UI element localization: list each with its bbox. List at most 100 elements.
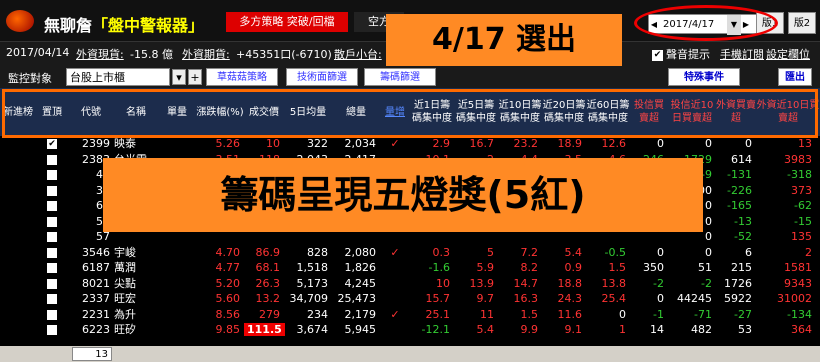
col-it10[interactable]: 投信近10日買賣超 [668,88,716,136]
cell-avg5: 34,709 [289,292,329,305]
table-row[interactable]: ✔ 2399 映泰 5.26 10 322 2,034 2.9 16.7 23.2 18.9 12.6… [0,136,820,152]
cell-code: 2337 [82,292,110,305]
col-code[interactable]: 代號 [68,88,114,136]
table-row[interactable]: 2231 為升 8.56 279 234 2,179 25.1 11 1.5 11.6 0 -1 -71… [0,307,820,323]
pin-checkbox[interactable] [36,260,68,276]
cell-name: 旺宏 [114,292,136,305]
table-row[interactable]: 3546 宇峻 4.70 86.9 828 2,080 0.3 5 7.2 5.4 -0.5 0 0 6 2… [0,245,820,261]
cell-code: 2231 [82,307,110,321]
col-avg5[interactable]: 5日均量 [284,88,332,136]
checkbox-icon[interactable] [47,201,57,211]
pin-checkbox[interactable] [36,167,68,183]
dropdown-button[interactable]: ▾ [172,69,186,85]
checkbox-icon[interactable] [47,294,57,304]
cell-c5: 9.7 [476,292,495,305]
pin-checkbox[interactable] [36,152,68,168]
checkbox-icon[interactable]: ✔ [47,139,57,149]
tech-filter-button[interactable]: 技術面篩選 [286,68,358,86]
cell-fi10: -134 [787,307,812,321]
col-price[interactable]: 成交價 [244,88,284,136]
cell-avg5: 1,518 [296,261,329,274]
cell-it: -2 [653,276,664,290]
checkbox-icon[interactable] [47,309,57,320]
chip-filter-button[interactable]: 籌碼篩選 [364,68,436,86]
cell-it: 350 [643,261,664,274]
special-event-button[interactable]: 特殊事件 [668,68,740,86]
foreign-futures-label[interactable]: 外資期貨: [182,46,230,62]
volume-increase-icon: ✓ [390,137,400,150]
col-c1[interactable]: 近1日籌碼集中度 [410,88,454,136]
col-new[interactable]: 新進榜 [0,88,36,136]
col-change[interactable]: 漲跌幅(%) [196,88,244,136]
cell-price: 86.9 [255,245,281,259]
export-button[interactable]: 匯出 [778,68,812,86]
checkbox-icon[interactable] [47,154,57,165]
cell-name: 映泰 [114,137,136,150]
cell-chg: 9.85 [215,323,241,336]
table-row[interactable]: 8021 尖點 5.20 26.3 5,173 4,245 10 13.9 14.7 18.8 13… [0,276,820,292]
checkbox-icon[interactable] [47,247,57,258]
col-volume[interactable]: 單量 [158,88,196,136]
settings-columns-link[interactable]: 設定欄位 [766,46,810,62]
checkbox-icon[interactable] [47,278,57,289]
cell-total: 2,080 [344,245,377,259]
date-highlight-circle [634,5,778,41]
monitor-select[interactable]: 台股上市櫃 [66,68,170,86]
cell-c1: -12.1 [421,323,450,336]
checkbox-icon[interactable] [47,232,57,242]
monitor-label: 監控對象 [8,72,52,85]
checkbox-icon[interactable] [47,185,57,196]
mobile-subscribe-link[interactable]: 手機訂閱 [720,46,764,62]
col-fi10[interactable]: 外資近10日買賣超 [756,88,820,136]
pin-checkbox[interactable] [36,291,68,307]
col-total[interactable]: 總量 [332,88,380,136]
cell-c10: 7.2 [520,245,539,259]
checkbox-icon[interactable] [47,325,57,335]
cell-chg: 5.26 [215,137,241,150]
retail-label[interactable]: 散戶小台: [334,46,382,62]
cell-name: 宇峻 [114,245,136,259]
col-fi[interactable]: 外資買賣超 [716,88,756,136]
table-row[interactable]: 2337 旺宏 5.60 13.2 34,709 25,473 15.7 9.7 16.3 24.… [0,291,820,307]
pin-checkbox[interactable] [36,307,68,323]
cell-it: 0 [657,292,664,305]
pin-checkbox[interactable]: ✔ [36,136,68,152]
checkbox-icon[interactable] [47,170,57,180]
table-row[interactable]: 6187 萬潤 4.77 68.1 1,518 1,826 -1.6 5.9 8.2 0.9 1.5… [0,260,820,276]
pin-checkbox[interactable] [36,229,68,245]
pin-checkbox[interactable] [36,276,68,292]
foreign-spot-label[interactable]: 外資現貨: [76,46,124,62]
checkbox-icon[interactable]: ✔ [652,49,663,61]
pin-checkbox[interactable] [36,214,68,230]
pin-checkbox[interactable] [36,322,68,338]
pin-checkbox[interactable] [36,183,68,199]
checkbox-icon[interactable] [47,263,57,273]
cell-code: 8021 [82,276,110,290]
sound-toggle[interactable]: ✔ 聲音提示 [652,46,710,62]
col-c60[interactable]: 近60日籌碼集中度 [586,88,630,136]
add-button[interactable]: + [188,69,202,85]
col-it[interactable]: 投信買賣超 [630,88,668,136]
col-c10[interactable]: 近10日籌碼集中度 [498,88,542,136]
version-2-button[interactable]: 版2 [788,12,816,34]
pin-checkbox[interactable] [36,198,68,214]
col-name[interactable]: 名稱 [114,88,158,136]
col-increase[interactable]: 量增 [380,88,410,136]
app-logo-icon [6,10,34,32]
long-strategy-button[interactable]: 多方策略 突破/回檔 [226,12,348,32]
col-pin[interactable]: 置頂 [36,88,68,136]
cell-c10: 23.2 [513,137,539,150]
strategy-button[interactable]: 草菇菇策略 [206,68,278,86]
col-c5[interactable]: 近5日籌碼集中度 [454,88,498,136]
cell-c1: 25.1 [425,307,451,321]
foreign-futures-value: +45351口(-6710) [236,48,332,61]
col-c20[interactable]: 近20日籌碼集中度 [542,88,586,136]
cell-fi: -52 [734,230,752,243]
table-row[interactable]: 6223 旺矽 9.85 111.5 3,674 5,945 -12.1 5.4 9.9 9.1 1… [0,322,820,338]
pin-checkbox[interactable] [36,245,68,261]
cell-code: 3546 [82,245,110,259]
cell-avg5: 5,173 [296,276,329,290]
checkbox-icon[interactable] [47,216,57,227]
cell-chg: 5.20 [215,276,241,290]
cell-c60: 1 [619,323,626,336]
